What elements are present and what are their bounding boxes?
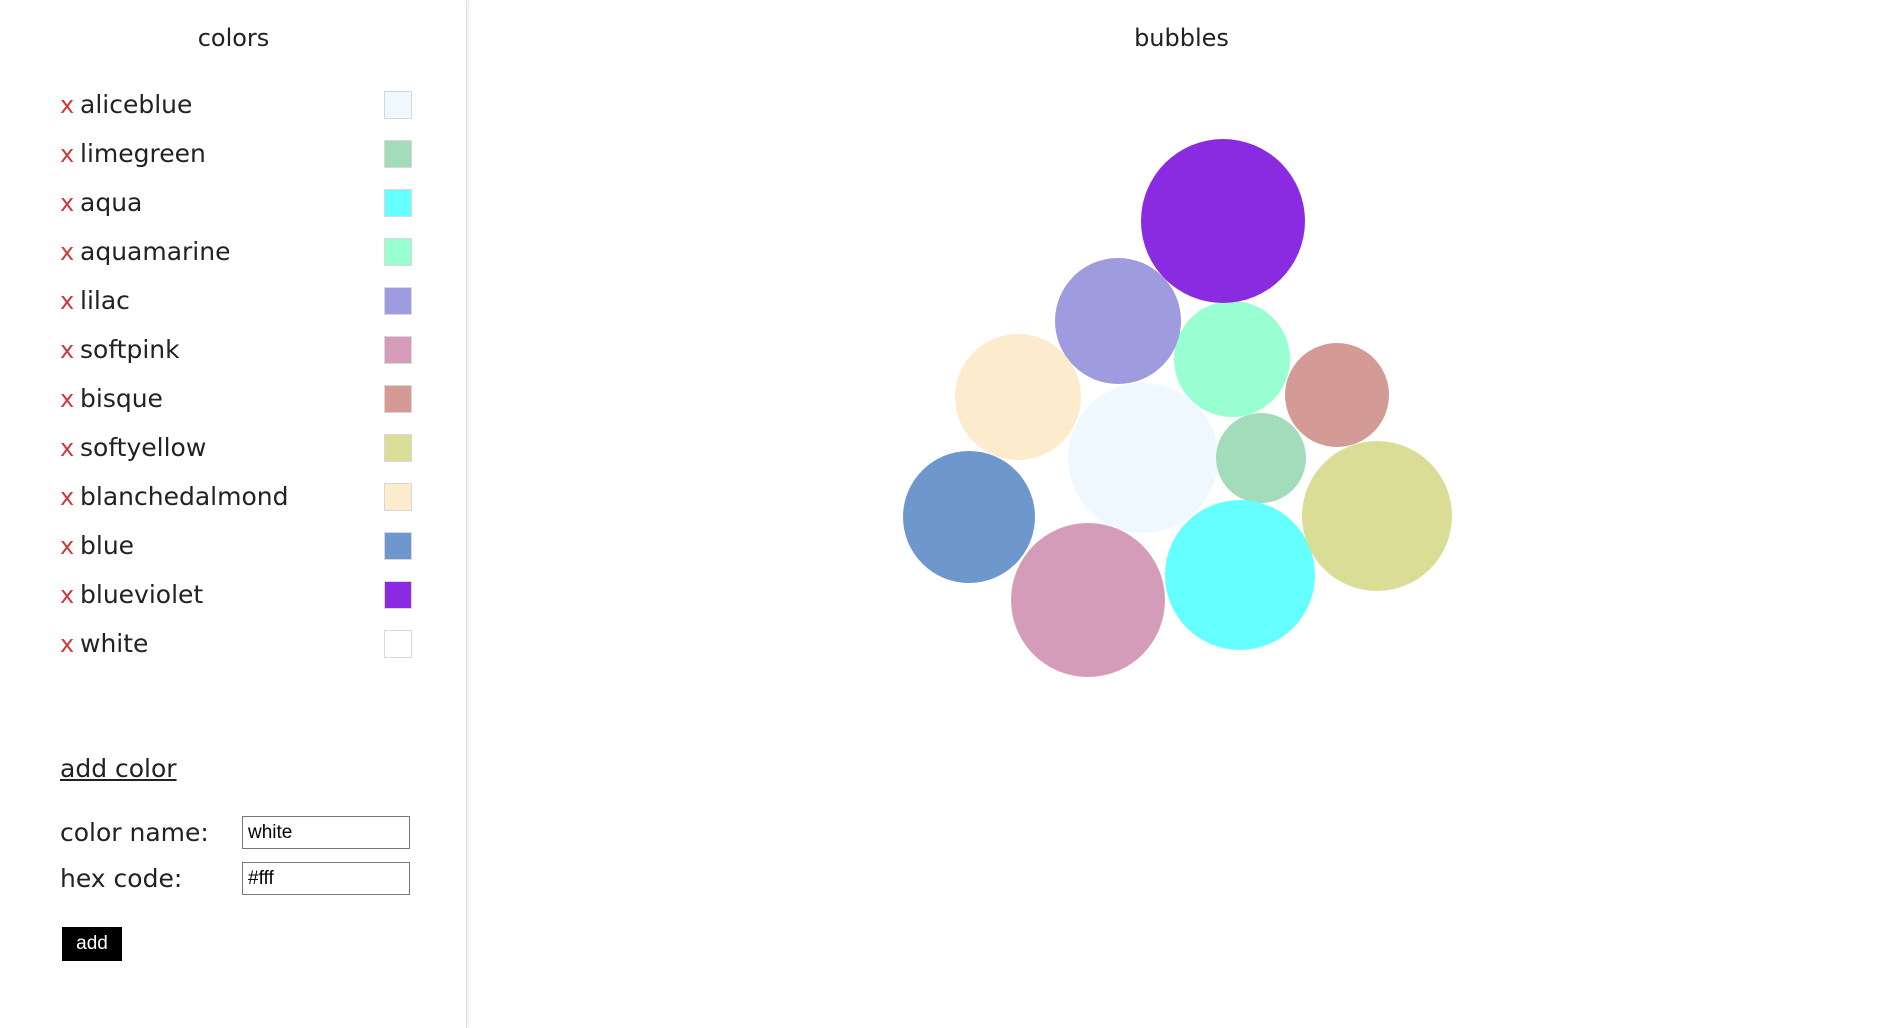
bubbles-panel: bubbles — [467, 0, 1896, 1028]
color-name: limegreen — [80, 139, 206, 168]
hex-code-row: hex code: — [60, 862, 412, 895]
color-name: aqua — [80, 188, 143, 217]
remove-color-button[interactable]: x — [60, 142, 80, 166]
color-swatch — [384, 434, 412, 462]
remove-color-button[interactable]: x — [60, 387, 80, 411]
color-name: aliceblue — [80, 90, 193, 119]
bubble-lilac — [1055, 258, 1181, 384]
remove-color-button[interactable]: x — [60, 632, 80, 656]
color-item-limegreen: x limegreen — [60, 129, 412, 178]
bubble-blueviolet — [1141, 139, 1305, 303]
color-name: aquamarine — [80, 237, 231, 266]
color-name-row: color name: — [60, 816, 412, 849]
add-button[interactable]: add — [62, 927, 122, 961]
add-color-heading: add color — [60, 754, 177, 783]
color-item-aliceblue: x aliceblue — [60, 80, 412, 129]
color-swatch — [384, 581, 412, 609]
color-name: blue — [80, 531, 135, 560]
remove-color-button[interactable]: x — [60, 289, 80, 313]
sidebar-title: colors — [197, 24, 270, 52]
app: colors x aliceblue x limegreen x aqua x aquamar… — [0, 0, 1896, 1028]
remove-color-button[interactable]: x — [60, 240, 80, 264]
color-swatch — [384, 189, 412, 217]
remove-color-button[interactable]: x — [60, 583, 80, 607]
color-item-lilac: x lilac — [60, 276, 412, 325]
colors-sidebar: colors x aliceblue x limegreen x aqua x aquamar… — [0, 0, 467, 1028]
color-name: softyellow — [80, 433, 207, 462]
color-item-white: x white — [60, 619, 412, 668]
remove-color-button[interactable]: x — [60, 534, 80, 558]
bubble-blue — [903, 451, 1035, 583]
color-item-bisque: x bisque — [60, 374, 412, 423]
color-swatch — [384, 287, 412, 315]
color-item-blanchedalmond: x blanchedalmond — [60, 472, 412, 521]
bubble-aliceblue — [1068, 383, 1218, 533]
color-swatch — [384, 385, 412, 413]
color-swatch — [384, 140, 412, 168]
hex-code-input[interactable] — [242, 862, 410, 895]
color-item-softyellow: x softyellow — [60, 423, 412, 472]
color-swatch — [384, 91, 412, 119]
bubble-bisque — [1285, 343, 1389, 447]
color-item-aqua: x aqua — [60, 178, 412, 227]
bubble-softpink — [1011, 523, 1165, 677]
remove-color-button[interactable]: x — [60, 436, 80, 460]
color-name: blanchedalmond — [80, 482, 289, 511]
color-name-input[interactable] — [242, 816, 410, 849]
bubble-blanchedalmond — [955, 334, 1081, 460]
color-item-softpink: x softpink — [60, 325, 412, 374]
color-swatch — [384, 532, 412, 560]
color-name: blueviolet — [80, 580, 204, 609]
remove-color-button[interactable]: x — [60, 191, 80, 215]
color-item-blueviolet: x blueviolet — [60, 570, 412, 619]
color-name: softpink — [80, 335, 180, 364]
color-name: bisque — [80, 384, 163, 413]
color-item-aquamarine: x aquamarine — [60, 227, 412, 276]
color-swatch — [384, 630, 412, 658]
remove-color-button[interactable]: x — [60, 93, 80, 117]
remove-color-button[interactable]: x — [60, 485, 80, 509]
color-swatch — [384, 336, 412, 364]
color-name-label: color name: — [60, 818, 209, 847]
color-swatch — [384, 483, 412, 511]
bubble-limegreen — [1216, 413, 1306, 503]
color-list: x aliceblue x limegreen x aqua x aquamarine x lil… — [60, 80, 412, 668]
bubble-aquamarine — [1174, 301, 1290, 417]
color-name: lilac — [80, 286, 130, 315]
hex-code-label: hex code: — [60, 864, 183, 893]
bubble-chart — [903, 139, 1452, 677]
color-item-blue: x blue — [60, 521, 412, 570]
remove-color-button[interactable]: x — [60, 338, 80, 362]
bubble-aqua — [1165, 500, 1315, 650]
color-swatch — [384, 238, 412, 266]
bubble-softyellow — [1302, 441, 1452, 591]
color-name: white — [80, 629, 149, 658]
